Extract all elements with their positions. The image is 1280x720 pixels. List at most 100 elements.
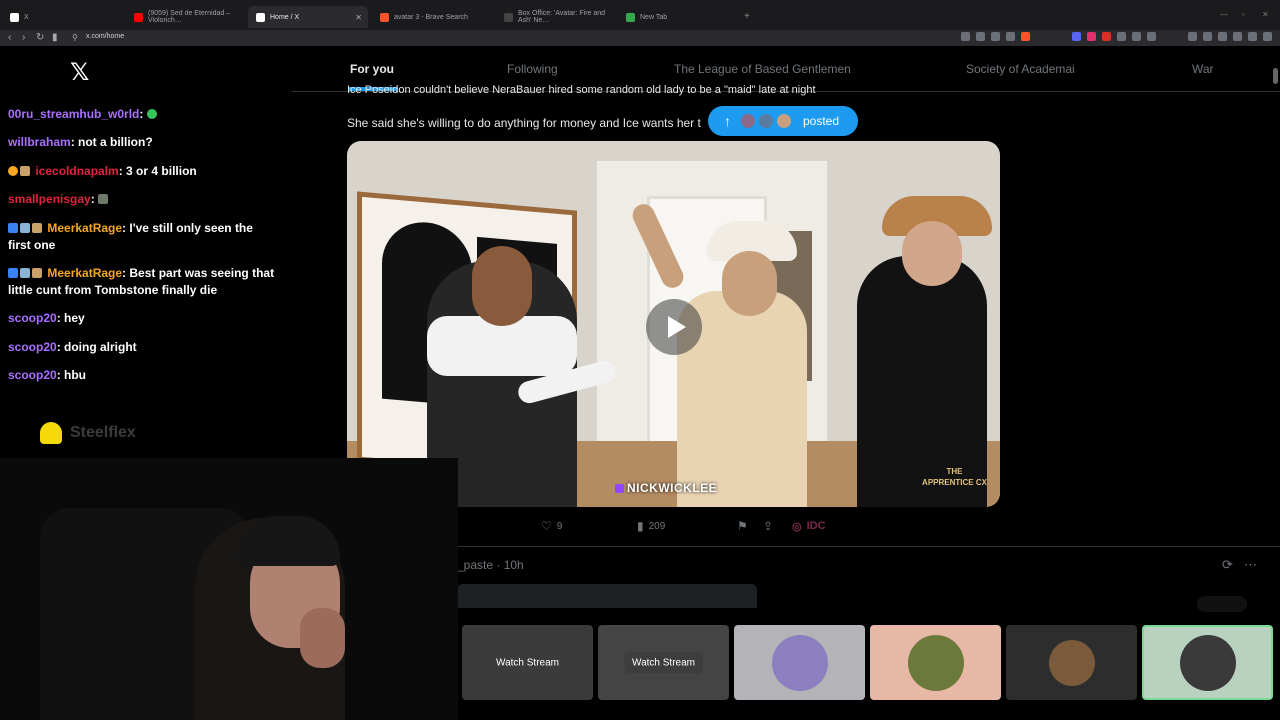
sidebar-icon[interactable] bbox=[1233, 32, 1242, 41]
stream-tile[interactable]: Watch Stream bbox=[462, 625, 593, 700]
youtube-favicon-icon bbox=[134, 12, 143, 22]
chat-message: MeerkatRage: I've still only seen the fi… bbox=[8, 220, 278, 254]
view-count: 209 bbox=[648, 520, 666, 532]
grok-badge[interactable]: ◎ IDC bbox=[792, 520, 826, 533]
wallet-icon[interactable] bbox=[1248, 32, 1257, 41]
download-icon[interactable] bbox=[1188, 32, 1197, 41]
browser-tab[interactable]: (9059) Sed de Eternidad – Violonch… bbox=[126, 6, 244, 28]
browser-tab[interactable]: avatar 3 - Brave Search bbox=[372, 6, 492, 28]
avatar bbox=[775, 112, 793, 130]
chat-message: icecoldnapalm: 3 or 4 billion bbox=[8, 163, 278, 180]
close-tab-icon[interactable]: ✕ bbox=[355, 13, 362, 22]
like-button[interactable]: ♡ 9 bbox=[541, 519, 562, 533]
new-tab-icon[interactable]: + bbox=[744, 11, 750, 22]
floating-chip bbox=[1197, 596, 1247, 612]
video-person bbox=[722, 251, 777, 316]
tab-following[interactable]: Following bbox=[507, 62, 558, 76]
post-text-line: Ice Poseidon couldn't believe NeraBauer … bbox=[347, 84, 816, 96]
webcam-scene bbox=[300, 608, 345, 668]
chat-text: : bbox=[139, 107, 144, 121]
extension-icon[interactable] bbox=[1147, 32, 1156, 41]
chat-message: scoop20: doing alright bbox=[8, 339, 278, 356]
bookmark-button[interactable]: ⚑ bbox=[737, 519, 748, 533]
share-button[interactable]: ⇪ bbox=[763, 519, 773, 533]
stream-tile-selected[interactable] bbox=[1142, 625, 1273, 700]
bookmark-icon[interactable]: ▮ bbox=[52, 32, 58, 44]
browser-tab[interactable]: Box Office: 'Avatar: Fire and Ash' Ne… bbox=[496, 6, 618, 28]
chat-username: MeerkatRage bbox=[47, 266, 123, 280]
brave-shield-icon[interactable] bbox=[1021, 32, 1030, 41]
extension-icon[interactable] bbox=[1087, 32, 1096, 41]
stream-tile[interactable] bbox=[870, 625, 1001, 700]
minimize-icon[interactable]: — bbox=[1220, 10, 1228, 19]
chat-message: 00ru_streamhub_w0rld: bbox=[8, 106, 278, 123]
chat-message: scoop20: hbu bbox=[8, 367, 278, 384]
scrollbar[interactable] bbox=[1273, 68, 1278, 84]
tab-label: avatar 3 - Brave Search bbox=[394, 13, 468, 21]
watermark-text: NICKWICKLEE bbox=[627, 481, 718, 495]
views-button[interactable]: ▮ 209 bbox=[637, 519, 665, 533]
stream-tile[interactable] bbox=[734, 625, 865, 700]
chat-message: scoop20: hey bbox=[8, 310, 278, 327]
share-icon[interactable] bbox=[991, 32, 1000, 41]
extensions-puzzle-icon[interactable] bbox=[1203, 32, 1212, 41]
page-favicon-icon bbox=[504, 12, 513, 22]
new-posts-pill[interactable]: ↑ posted bbox=[708, 106, 858, 136]
close-window-icon[interactable]: ✕ bbox=[1262, 10, 1269, 19]
chat-username: scoop20 bbox=[8, 340, 57, 354]
forward-icon[interactable]: › bbox=[22, 32, 25, 44]
chat-message: willbraham: not a billion? bbox=[8, 134, 278, 151]
extension-icon[interactable] bbox=[1117, 32, 1126, 41]
chat-username: willbraham bbox=[8, 135, 71, 149]
chat-text: : hbu bbox=[56, 368, 87, 382]
twitch-icon bbox=[615, 484, 624, 493]
back-icon[interactable]: ‹ bbox=[8, 32, 11, 44]
more-icon[interactable]: ⋯ bbox=[1244, 557, 1257, 573]
bookmark-star-icon[interactable] bbox=[1006, 32, 1015, 41]
chat-username: scoop20 bbox=[8, 311, 57, 325]
tab-label: New Tab bbox=[640, 13, 668, 21]
brave-favicon-icon bbox=[380, 12, 389, 22]
zoom-icon[interactable] bbox=[976, 32, 985, 41]
snapchat-handle: Steelflex bbox=[40, 422, 136, 444]
reload-icon[interactable]: ↻ bbox=[36, 32, 44, 44]
tab-label: X bbox=[24, 13, 29, 21]
watch-stream-button[interactable]: Watch Stream bbox=[624, 652, 703, 673]
browser-tab[interactable]: X bbox=[2, 6, 122, 28]
tab-league-of-based-gentlemen[interactable]: The League of Based Gentlemen bbox=[674, 62, 851, 76]
post-video[interactable]: NICKWICKLEE THE APPRENTICE CX bbox=[347, 141, 1000, 507]
stream-tile[interactable] bbox=[1006, 625, 1137, 700]
menu-icon[interactable] bbox=[1263, 32, 1272, 41]
tab-society-of-academai[interactable]: Society of Academai bbox=[966, 62, 1075, 76]
avatar bbox=[757, 112, 775, 130]
video-watermark: NICKWICKLEE bbox=[615, 481, 717, 495]
browser-tab-active[interactable]: Home / X ✕ bbox=[248, 6, 368, 28]
chat-username: scoop20 bbox=[8, 368, 57, 382]
browser-tab[interactable]: New Tab bbox=[618, 6, 738, 28]
next-post-meta: _paste · 10h bbox=[457, 558, 524, 572]
badge-icon bbox=[8, 268, 18, 278]
extension-icon[interactable] bbox=[1072, 32, 1081, 41]
maximize-icon[interactable]: ▫ bbox=[1242, 10, 1245, 19]
site-info-icon[interactable]: ⚲ bbox=[72, 32, 78, 44]
extension-icon[interactable] bbox=[961, 32, 970, 41]
chat-username: MeerkatRage bbox=[47, 221, 123, 235]
badge-icon bbox=[32, 268, 42, 278]
video-person bbox=[902, 221, 962, 286]
chat-username: 00ru_streamhub_w0rld bbox=[8, 107, 140, 121]
play-icon bbox=[667, 316, 686, 338]
play-button[interactable] bbox=[646, 299, 702, 355]
chat-text: : 3 or 4 billion bbox=[118, 164, 197, 178]
x-logo-icon[interactable]: 𝕏 bbox=[70, 58, 89, 86]
url-input[interactable]: x.com/home bbox=[86, 33, 124, 40]
tab-label: Box Office: 'Avatar: Fire and Ash' Ne… bbox=[518, 10, 606, 24]
tab-war[interactable]: War bbox=[1192, 62, 1214, 76]
stream-tile[interactable]: Watch Stream bbox=[598, 625, 729, 700]
grok-icon[interactable]: ⟳ bbox=[1222, 557, 1233, 573]
tab-for-you[interactable]: For you bbox=[350, 62, 394, 76]
music-icon[interactable] bbox=[1218, 32, 1227, 41]
watch-stream-button[interactable]: Watch Stream bbox=[488, 652, 567, 673]
extension-icon[interactable] bbox=[1132, 32, 1141, 41]
posted-label: posted bbox=[803, 114, 840, 128]
extension-icon[interactable] bbox=[1102, 32, 1111, 41]
